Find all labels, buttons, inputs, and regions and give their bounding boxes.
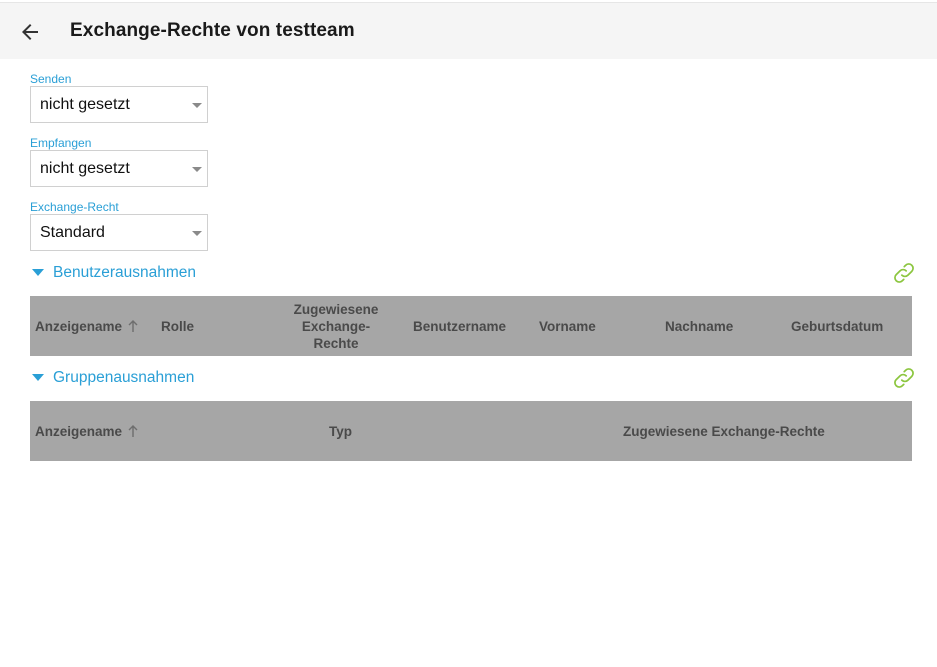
- dropdown-caret-icon: [192, 231, 202, 236]
- gruppen-table-header: Anzeigename Typ Zugewiesene Exchange-Rec…: [30, 401, 912, 461]
- column-header-zugewiesene-exchange-rechte[interactable]: Zugewiesene Exchange-Rechte: [288, 296, 384, 356]
- benutzer-table-header: Anzeigename Rolle Zugewiesene Exchange-R…: [30, 296, 912, 356]
- column-header-vorname[interactable]: Vorname: [539, 296, 596, 356]
- column-header-typ[interactable]: Typ: [329, 401, 352, 461]
- column-header-anzeigename[interactable]: Anzeigename: [35, 296, 138, 356]
- gruppenausnahmen-label: Gruppenausnahmen: [53, 369, 195, 386]
- page-title: Exchange-Rechte von testteam: [70, 20, 355, 41]
- link-gruppen-button[interactable]: [891, 365, 917, 391]
- column-header-anzeigename[interactable]: Anzeigename: [35, 401, 138, 461]
- column-header-geburtsdatum[interactable]: Geburtsdatum: [791, 296, 883, 356]
- empfangen-value: nicht gesetzt: [40, 160, 130, 177]
- exchange-recht-label: Exchange-Recht: [30, 200, 119, 214]
- senden-select[interactable]: nicht gesetzt: [30, 86, 208, 123]
- senden-value: nicht gesetzt: [40, 96, 130, 113]
- benutzerausnahmen-label: Benutzerausnahmen: [53, 264, 197, 281]
- dropdown-caret-icon: [192, 167, 202, 172]
- link-icon: [894, 368, 914, 388]
- column-header-nachname[interactable]: Nachname: [665, 296, 733, 356]
- sort-arrow-up-icon: [128, 319, 138, 333]
- column-label: Anzeigename: [35, 423, 123, 439]
- sort-arrow-up-icon: [128, 424, 138, 438]
- senden-label: Senden: [30, 72, 72, 86]
- link-benutzer-button[interactable]: [891, 260, 917, 286]
- empfangen-select[interactable]: nicht gesetzt: [30, 150, 208, 187]
- column-header-rolle[interactable]: Rolle: [161, 296, 194, 356]
- page-header: Exchange-Rechte von testteam: [0, 3, 937, 59]
- dropdown-caret-icon: [192, 103, 202, 108]
- gruppenausnahmen-toggle[interactable]: Gruppenausnahmen: [30, 368, 230, 390]
- column-header-benutzername[interactable]: Benutzername: [413, 296, 506, 356]
- back-button[interactable]: [18, 20, 42, 44]
- column-label: Anzeigename: [35, 318, 123, 334]
- benutzerausnahmen-toggle[interactable]: Benutzerausnahmen: [30, 263, 230, 285]
- exchange-recht-value: Standard: [40, 224, 105, 241]
- caret-down-icon: [32, 374, 44, 381]
- exchange-recht-select[interactable]: Standard: [30, 214, 208, 251]
- link-icon: [894, 263, 914, 283]
- caret-down-icon: [32, 269, 44, 276]
- arrow-left-icon: [22, 24, 38, 40]
- empfangen-label: Empfangen: [30, 136, 92, 150]
- column-header-zugewiesene-exchange-rechte[interactable]: Zugewiesene Exchange-Rechte: [623, 401, 825, 461]
